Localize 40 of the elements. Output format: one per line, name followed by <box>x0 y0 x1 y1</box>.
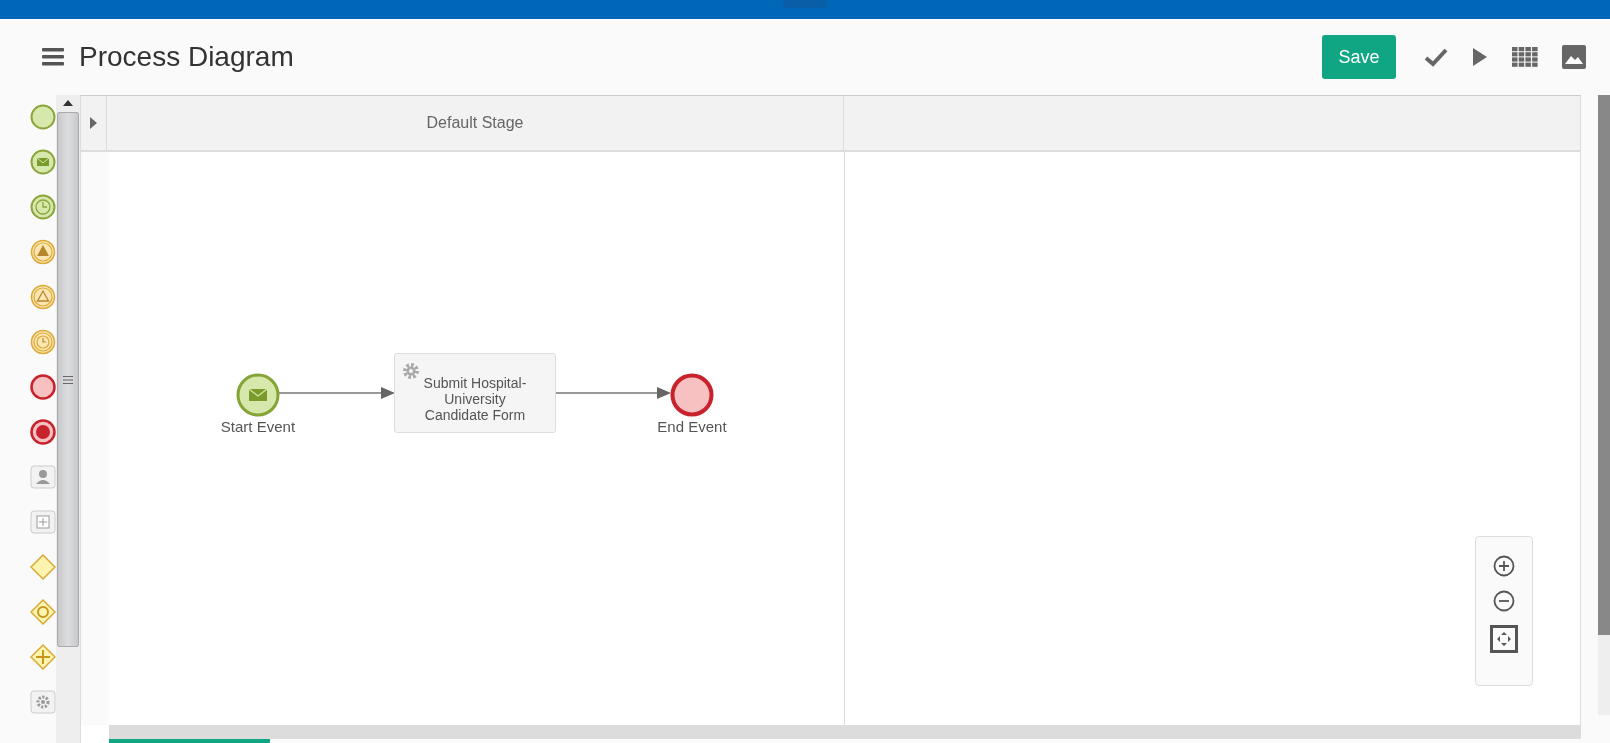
service-task-icon[interactable] <box>30 690 56 714</box>
event-label: End Event <box>657 418 727 435</box>
terminate-end-icon[interactable] <box>30 419 56 445</box>
horizontal-scrollbar[interactable] <box>109 725 1581 743</box>
user-task-icon[interactable] <box>30 465 56 489</box>
checkmark-icon[interactable] <box>1424 47 1448 67</box>
zoom-out-icon[interactable] <box>1493 590 1515 612</box>
image-icon[interactable] <box>1562 45 1586 69</box>
menu-icon[interactable] <box>42 48 64 66</box>
end-event-icon[interactable] <box>30 374 56 400</box>
grip-icon <box>63 374 73 385</box>
subprocess-icon[interactable] <box>30 510 56 534</box>
fit-to-screen-icon[interactable] <box>1490 625 1518 653</box>
start-event-icon[interactable] <box>30 104 56 130</box>
timer-event-icon[interactable] <box>30 329 56 355</box>
page-title: Process Diagram <box>79 41 294 73</box>
signal-catch-icon[interactable] <box>30 284 56 310</box>
inclusive-gateway-icon[interactable] <box>30 599 56 625</box>
palette-scrollbar[interactable] <box>56 95 80 743</box>
message-start-event[interactable] <box>235 373 280 417</box>
signal-throw-icon[interactable] <box>30 239 56 265</box>
parallel-gateway-icon[interactable] <box>30 644 56 670</box>
scrollbar-thumb[interactable] <box>57 112 79 647</box>
task-node[interactable]: Submit Hospital-University Candidate Form <box>393 353 556 433</box>
grid-icon[interactable] <box>1512 47 1538 67</box>
connector-arrow[interactable] <box>278 386 395 400</box>
play-icon[interactable] <box>1472 47 1488 67</box>
task-label: Submit Hospital-University Candidate Form <box>422 375 528 423</box>
gear-icon <box>400 361 421 381</box>
stage-title: Default Stage <box>426 114 524 132</box>
connector-arrow[interactable] <box>554 386 671 400</box>
end-event[interactable] <box>669 373 714 417</box>
scroll-up-icon[interactable] <box>63 100 73 106</box>
save-button[interactable]: Save <box>1322 35 1396 79</box>
event-label: Start Event <box>220 418 296 435</box>
caret-icon <box>90 117 97 129</box>
message-start-icon[interactable] <box>30 149 56 175</box>
timer-start-icon[interactable] <box>30 194 56 220</box>
exclusive-gateway-icon[interactable] <box>30 554 56 580</box>
zoom-in-icon[interactable] <box>1493 555 1515 577</box>
